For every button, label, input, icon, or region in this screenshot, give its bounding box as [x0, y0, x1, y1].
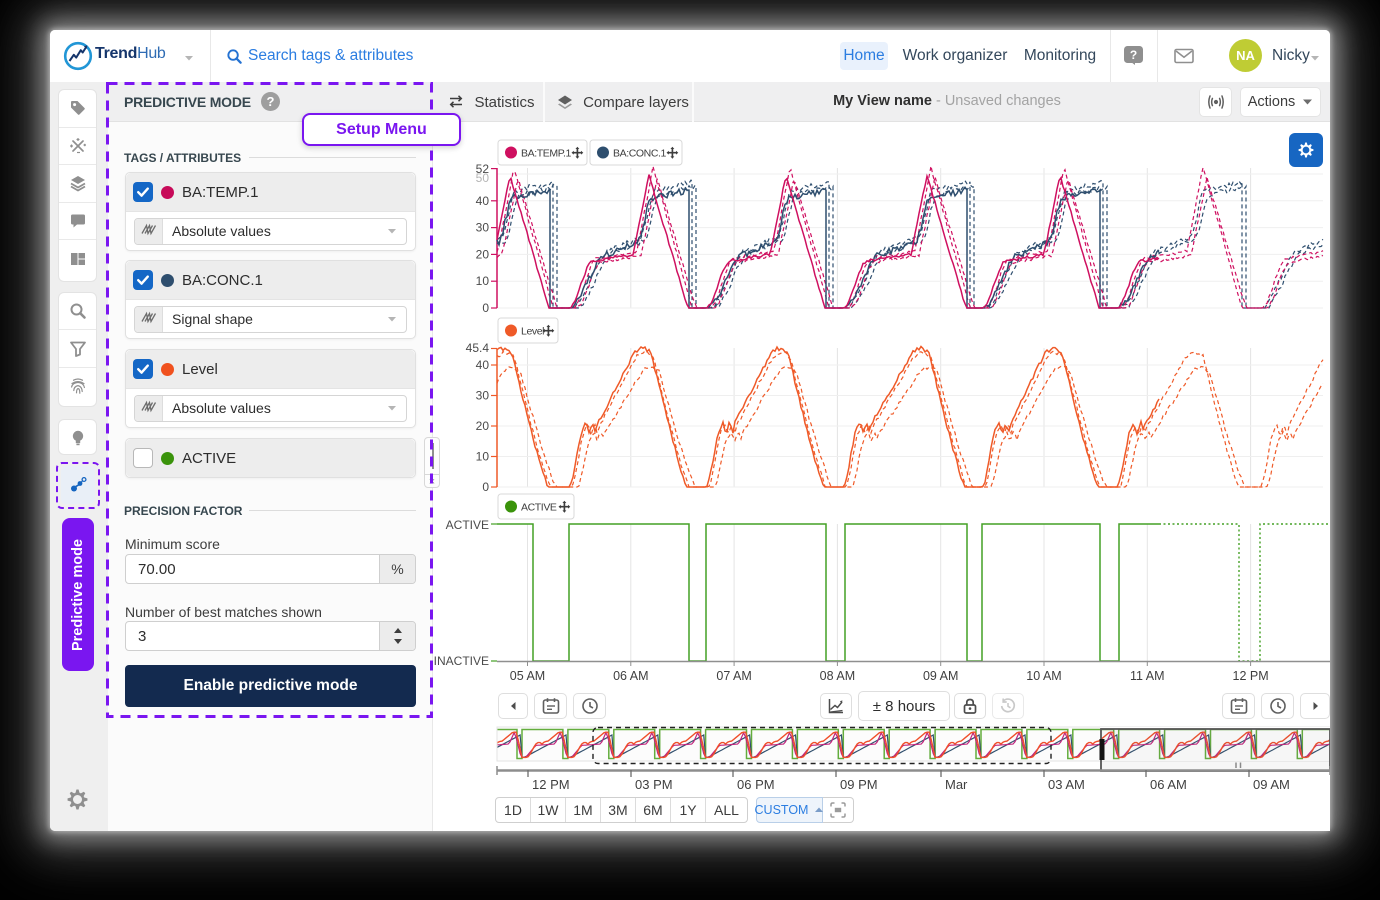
svg-text:30: 30	[476, 221, 490, 235]
svg-text:Level: Level	[521, 326, 544, 338]
svg-text:03 AM: 03 AM	[1048, 777, 1085, 792]
svg-text:0: 0	[482, 480, 489, 494]
svg-text:45.4: 45.4	[466, 341, 490, 355]
svg-text:40: 40	[476, 194, 490, 208]
svg-text:05 AM: 05 AM	[510, 669, 545, 683]
svg-text:08 AM: 08 AM	[820, 669, 855, 683]
svg-text:06 PM: 06 PM	[737, 777, 775, 792]
svg-text:20: 20	[476, 247, 490, 261]
svg-text:40: 40	[476, 358, 490, 372]
svg-text:ACTIVE: ACTIVE	[521, 502, 557, 514]
svg-text:BA:TEMP.1: BA:TEMP.1	[521, 148, 571, 160]
svg-text:06 AM: 06 AM	[1150, 777, 1187, 792]
svg-text:INACTIVE: INACTIVE	[434, 654, 489, 668]
svg-text:09 AM: 09 AM	[923, 669, 958, 683]
svg-text:09 PM: 09 PM	[840, 777, 878, 792]
svg-text:09 AM: 09 AM	[1253, 777, 1290, 792]
svg-text:10 AM: 10 AM	[1026, 669, 1061, 683]
svg-text:30: 30	[476, 389, 490, 403]
svg-text:03 PM: 03 PM	[635, 777, 673, 792]
svg-text:BA:CONC.1: BA:CONC.1	[613, 148, 667, 160]
svg-text:10: 10	[476, 450, 490, 464]
svg-text:12 PM: 12 PM	[532, 777, 570, 792]
svg-text:07 AM: 07 AM	[716, 669, 751, 683]
svg-text:Mar: Mar	[945, 777, 968, 792]
svg-text:50: 50	[476, 171, 490, 185]
svg-text:?: ?	[1130, 48, 1137, 62]
svg-text:06 AM: 06 AM	[613, 669, 648, 683]
svg-text:20: 20	[476, 419, 490, 433]
svg-text:12 PM: 12 PM	[1233, 669, 1269, 683]
svg-text:11 AM: 11 AM	[1130, 669, 1165, 683]
svg-text:0: 0	[482, 301, 489, 315]
svg-text:ACTIVE: ACTIVE	[446, 518, 489, 532]
svg-text:10: 10	[476, 274, 490, 288]
